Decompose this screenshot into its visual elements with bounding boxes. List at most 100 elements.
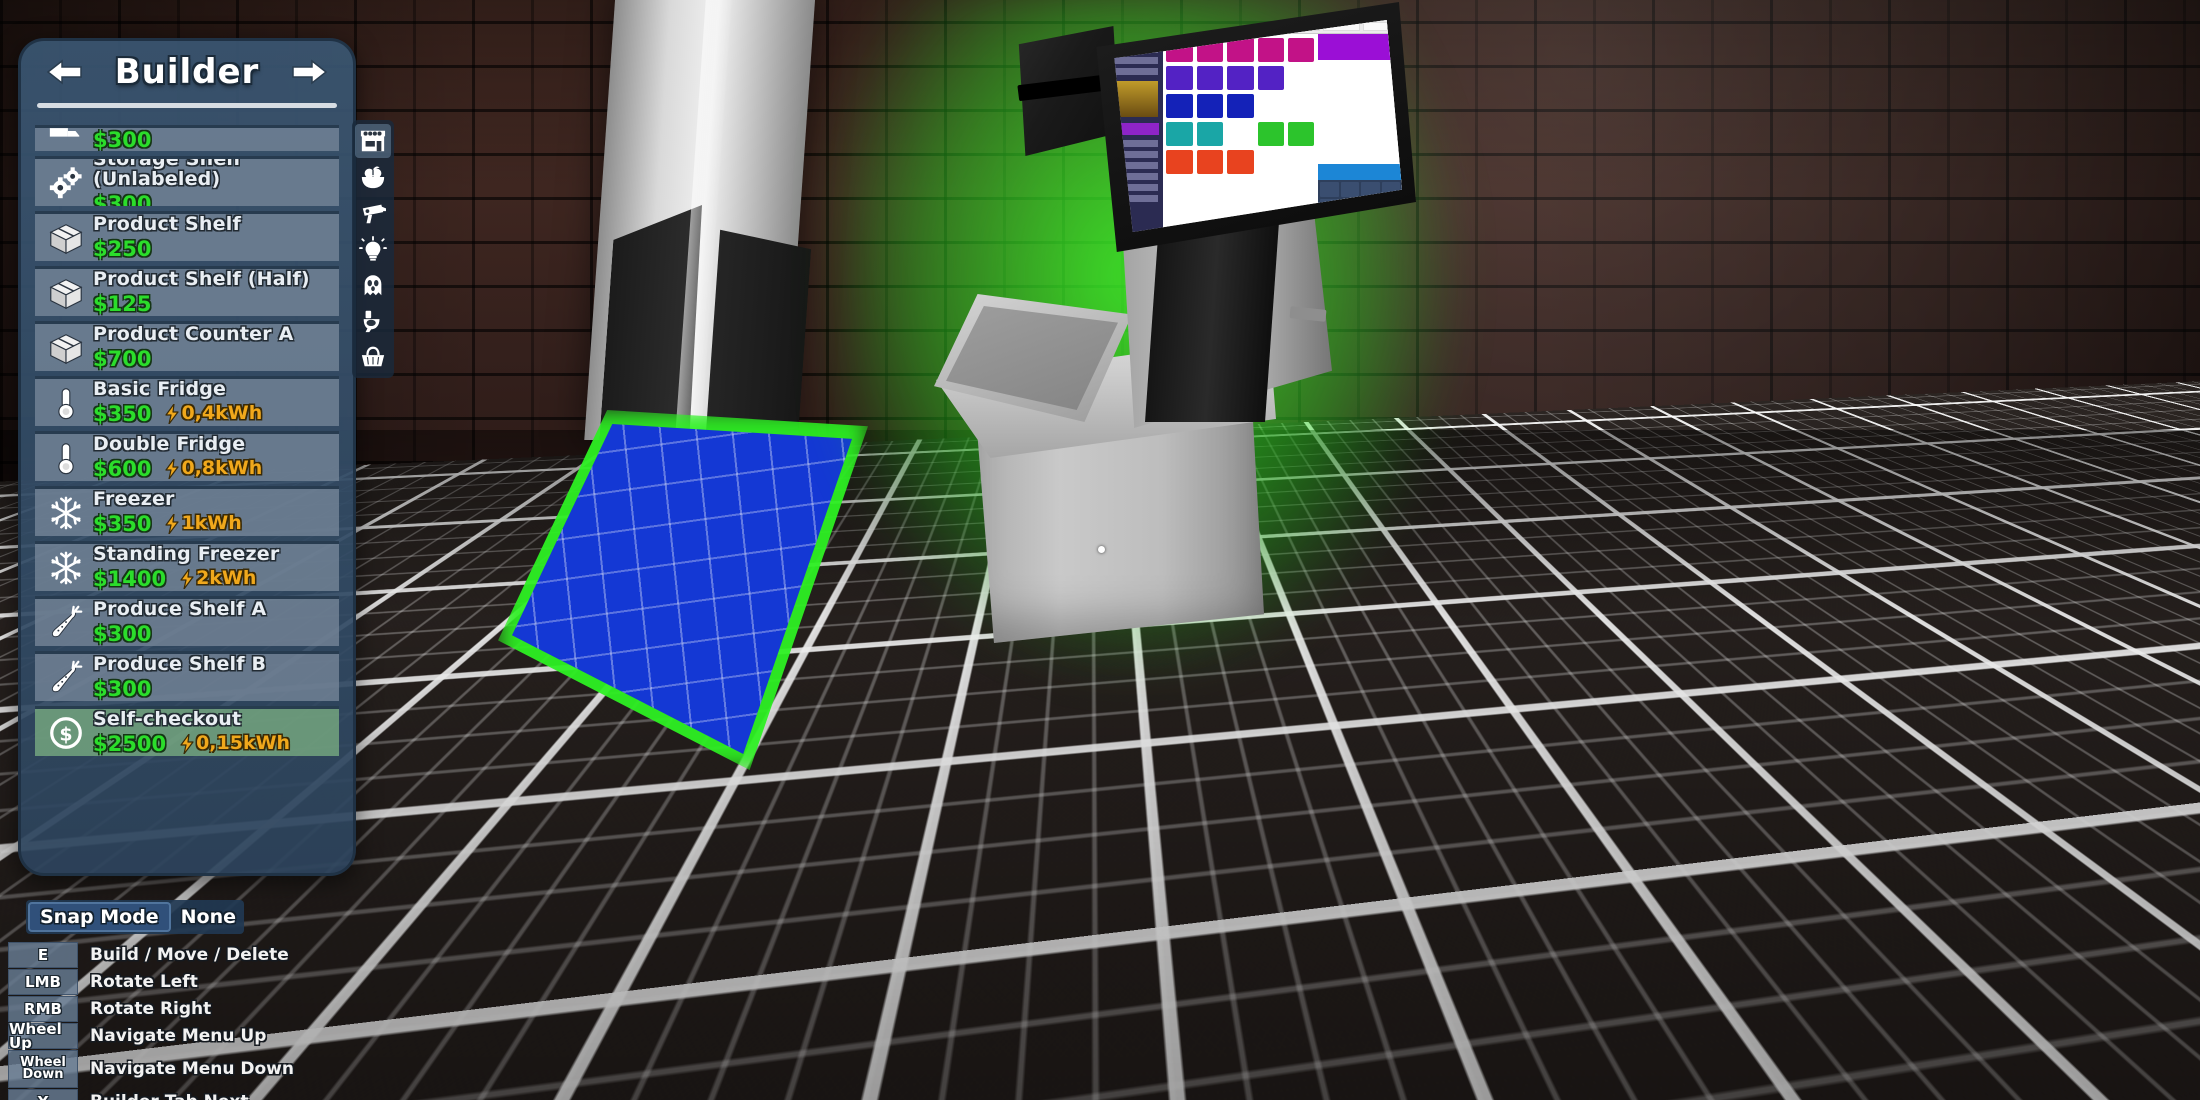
keybind-row: Wheel Down Navigate Menu Down bbox=[8, 1050, 348, 1088]
keybind-key-text: LMB bbox=[25, 972, 61, 991]
keybind-row: X Builder Tab Next bbox=[8, 1089, 348, 1100]
keybind-legend: E Build / Move / Delete LMB Rotate Left RMB R… bbox=[8, 942, 348, 1100]
builder-item-row[interactable]: Double Fridge $600 0,8kWh bbox=[35, 431, 339, 481]
category-toolbar[interactable] bbox=[352, 120, 394, 378]
item-name: Product Shelf bbox=[93, 213, 241, 235]
self-checkout-model[interactable] bbox=[838, 0, 1458, 676]
item-power-value: 0,8kWh bbox=[181, 456, 263, 479]
builder-item-row[interactable]: Produce Shelf A $300 bbox=[35, 596, 339, 646]
item-name: Product Counter A bbox=[93, 323, 294, 345]
builder-item-row[interactable]: Product Shelf (Half) $125 bbox=[35, 266, 339, 316]
item-price: $350 bbox=[93, 401, 152, 426]
item-power: 2kWh bbox=[180, 566, 257, 589]
keybind-action: Rotate Right bbox=[78, 996, 211, 1022]
keybind-row: Wheel Up Navigate Menu Up bbox=[8, 1019, 348, 1052]
keybind-key: Wheel Up bbox=[8, 1019, 78, 1052]
toolbar-ghost-icon[interactable] bbox=[355, 268, 391, 302]
header-divider bbox=[37, 103, 337, 108]
snap-mode-label: Snap Mode bbox=[28, 902, 171, 932]
monitor-stand bbox=[1145, 222, 1279, 422]
builder-item-row[interactable]: Standing Freezer $1400 2kWh bbox=[35, 541, 339, 591]
toolbar-basket-icon[interactable] bbox=[355, 340, 391, 374]
builder-item-list[interactable]: $300 Storage Shelf (Unlabeled) $300 Product… bbox=[35, 125, 339, 863]
keybind-action-text: Navigate Menu Down bbox=[90, 1059, 294, 1079]
keybind-key-text-2: Down bbox=[22, 1067, 64, 1082]
item-price: $600 bbox=[93, 456, 152, 481]
item-price: $125 bbox=[93, 291, 152, 316]
item-name: Double Fridge bbox=[93, 433, 246, 455]
keybind-row: LMB Rotate Left bbox=[8, 969, 348, 995]
keybind-action-text: Navigate Menu Up bbox=[90, 1026, 267, 1046]
carrot-icon bbox=[43, 602, 89, 644]
carrot-icon bbox=[43, 657, 89, 699]
item-power: 1kWh bbox=[165, 511, 242, 534]
item-price: $300 bbox=[93, 621, 152, 646]
box-icon bbox=[43, 272, 89, 314]
keybind-key: X bbox=[8, 1089, 78, 1100]
truck-icon bbox=[43, 128, 89, 151]
keybind-action-text: Build / Move / Delete bbox=[90, 945, 289, 965]
builder-item-row[interactable]: Product Counter A $700 bbox=[35, 321, 339, 371]
toolbar-fruit-bowl-icon[interactable] bbox=[355, 160, 391, 194]
snap-mode-bar[interactable]: Snap Mode None bbox=[26, 900, 244, 934]
keybind-action-text: Rotate Right bbox=[90, 999, 212, 1019]
item-price: $300 bbox=[93, 191, 152, 206]
keybind-action: Builder Tab Next bbox=[78, 1089, 249, 1100]
builder-item-row[interactable]: $300 bbox=[35, 125, 339, 151]
next-tab-arrow-icon[interactable] bbox=[289, 55, 331, 89]
keybind-key: RMB bbox=[8, 996, 78, 1022]
keybind-action: Navigate Menu Down bbox=[78, 1050, 294, 1088]
keybind-key-text: X bbox=[37, 1094, 49, 1100]
snowflake-icon bbox=[43, 492, 89, 534]
keybind-row: RMB Rotate Right bbox=[8, 996, 348, 1022]
crosshair bbox=[1098, 546, 1105, 553]
toolbar-security-camera-icon[interactable] bbox=[355, 196, 391, 230]
gears-icon bbox=[43, 162, 89, 204]
builder-item-row[interactable]: Freezer $350 1kWh bbox=[35, 486, 339, 536]
snowflake-icon bbox=[43, 547, 89, 589]
builder-panel[interactable]: Builder $300 Storage Shelf (Unlabeled) $30… bbox=[18, 38, 356, 876]
prev-tab-arrow-icon[interactable] bbox=[43, 55, 85, 89]
item-name: Self-checkout bbox=[93, 708, 242, 730]
toolbar-lightbulb-icon[interactable] bbox=[355, 232, 391, 266]
keybind-key-text: E bbox=[37, 945, 49, 964]
game-screen: Builder $300 Storage Shelf (Unlabeled) $30… bbox=[0, 0, 2200, 1100]
keybind-action: Navigate Menu Up bbox=[78, 1023, 266, 1049]
keybind-row: E Build / Move / Delete bbox=[8, 942, 348, 968]
keybind-action-text: Builder Tab Next bbox=[90, 1092, 249, 1100]
builder-item-row[interactable]: Storage Shelf (Unlabeled) $300 bbox=[35, 156, 339, 206]
item-price: $1400 bbox=[93, 566, 167, 591]
page-title: Builder bbox=[114, 52, 260, 92]
pos-button-grid bbox=[1166, 38, 1315, 174]
snap-mode-value[interactable]: None bbox=[173, 906, 244, 928]
item-price: $700 bbox=[93, 346, 152, 371]
thermometer-icon bbox=[43, 437, 89, 479]
item-power-value: 1kWh bbox=[181, 511, 242, 534]
toolbar-store-icon[interactable] bbox=[355, 124, 391, 158]
item-power: 0,15kWh bbox=[180, 731, 291, 754]
dollar-circle-icon: $ bbox=[43, 712, 89, 754]
item-name: Produce Shelf B bbox=[93, 653, 267, 675]
item-name: Product Shelf (Half) bbox=[93, 268, 310, 290]
toolbar-toilet-icon[interactable] bbox=[355, 304, 391, 338]
item-power-value: 2kWh bbox=[196, 566, 257, 589]
keybind-action: Rotate Left bbox=[78, 969, 198, 995]
item-power: 0,4kWh bbox=[165, 403, 262, 424]
keybind-key: E bbox=[8, 942, 78, 968]
item-name: Standing Freezer bbox=[93, 543, 280, 565]
keybind-key-text: Wheel Up bbox=[9, 1019, 62, 1052]
keybind-action: Build / Move / Delete bbox=[78, 942, 289, 968]
builder-panel-header: Builder bbox=[21, 41, 353, 103]
builder-item-row[interactable]: Produce Shelf B $300 bbox=[35, 651, 339, 701]
builder-item-row[interactable]: Basic Fridge $350 0,4kWh bbox=[35, 376, 339, 426]
keybind-key: Wheel Down bbox=[8, 1050, 78, 1088]
builder-item-row[interactable]: Product Shelf $250 bbox=[35, 211, 339, 261]
item-price: $350 bbox=[93, 511, 152, 536]
builder-item-row[interactable]: $ Self-checkout $2500 0,15kWh bbox=[35, 706, 339, 756]
keybind-key: LMB bbox=[8, 969, 78, 995]
item-power-value: 0,15kWh bbox=[196, 731, 291, 754]
box-icon bbox=[43, 327, 89, 369]
item-name: Storage Shelf (Unlabeled) bbox=[93, 156, 242, 190]
item-power: 0,8kWh bbox=[165, 456, 263, 479]
item-price: $300 bbox=[93, 676, 152, 701]
